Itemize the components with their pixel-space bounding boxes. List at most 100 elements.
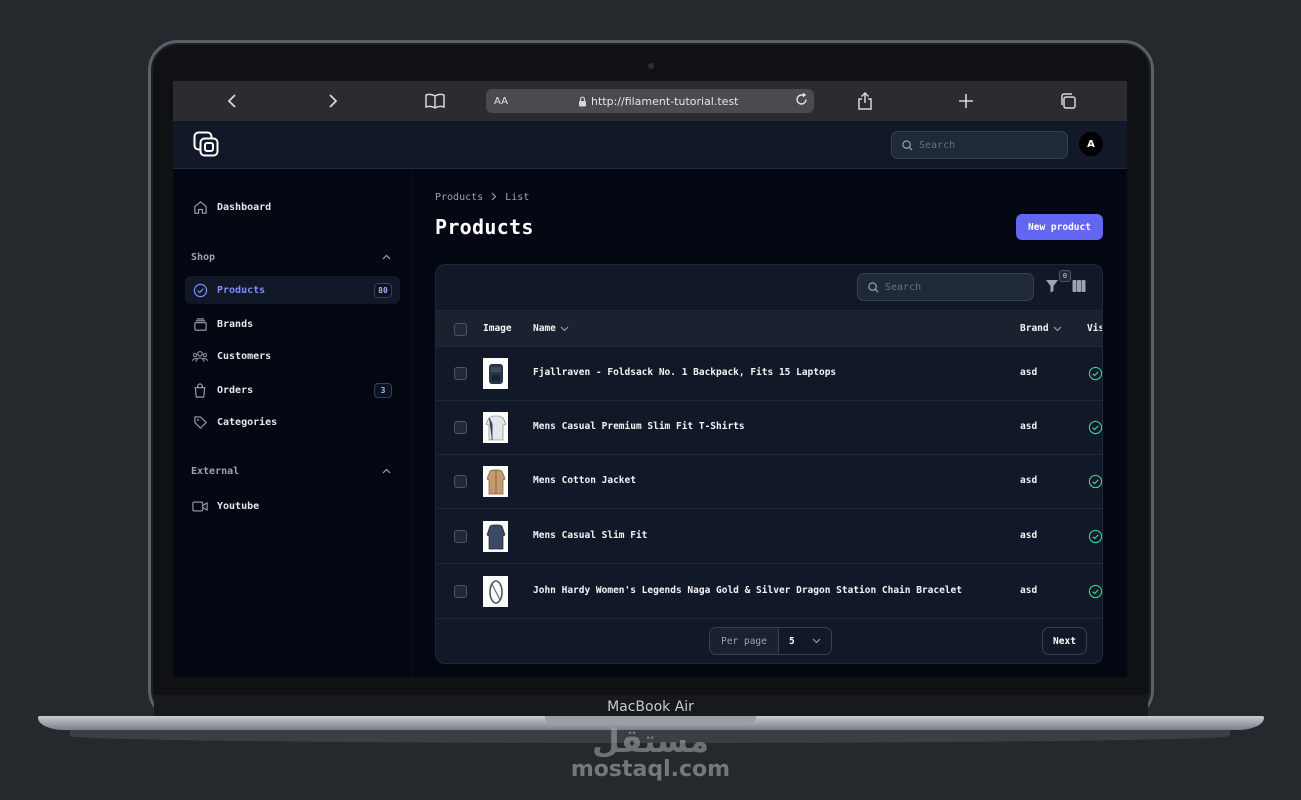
row-checkbox[interactable] xyxy=(454,475,467,488)
reload-icon[interactable] xyxy=(795,92,808,110)
column-name[interactable]: Name xyxy=(533,323,569,334)
device-model-label: MacBook Air xyxy=(607,699,694,715)
check-circle-icon xyxy=(191,281,209,299)
sidebar-item-customers[interactable]: Customers xyxy=(185,342,400,370)
check-circle-icon xyxy=(1088,420,1102,435)
breadcrumb-list: List xyxy=(505,192,530,203)
app-header: A xyxy=(173,121,1127,169)
breadcrumb-products[interactable]: Products xyxy=(435,192,483,204)
product-thumbnail xyxy=(483,358,508,389)
page-title: Products xyxy=(435,215,534,239)
url-text: http://filament-tutorial.test xyxy=(591,94,739,108)
sidebar-item-products[interactable]: Products 80 xyxy=(185,276,400,304)
columns-icon[interactable] xyxy=(1072,279,1086,293)
sidebar: Dashboard Shop Products 80 Brands Custom… xyxy=(173,169,413,677)
laptop-screen: AA http://filament-tutorial.test Search … xyxy=(173,81,1127,677)
watermark-site: mostaql.com xyxy=(570,757,731,782)
check-circle-icon xyxy=(1088,474,1102,489)
sidebar-item-categories[interactable]: Categories xyxy=(185,408,400,436)
product-brand: asd xyxy=(1020,367,1038,378)
global-search[interactable] xyxy=(891,131,1068,159)
product-thumbnail xyxy=(483,466,508,497)
back-icon[interactable] xyxy=(220,89,244,113)
sidebar-item-dashboard[interactable]: Dashboard xyxy=(185,193,400,221)
table-row[interactable]: Mens Cotton Jacket asd xyxy=(436,455,1102,509)
app-logo-icon[interactable] xyxy=(193,131,219,157)
table-row[interactable]: John Hardy Women's Legends Naga Gold & S… xyxy=(436,565,1102,619)
text-size-button[interactable]: AA xyxy=(494,96,508,107)
row-checkbox[interactable] xyxy=(454,421,467,434)
global-search-input[interactable] xyxy=(919,139,1049,151)
products-count-badge: 80 xyxy=(374,283,392,298)
table-row[interactable]: Mens Casual Slim Fit asd xyxy=(436,510,1102,564)
shopping-bag-icon xyxy=(191,381,209,399)
table-row[interactable]: Mens Casual Premium Slim Fit T-Shirts as… xyxy=(436,401,1102,455)
browser-toolbar: AA http://filament-tutorial.test xyxy=(173,81,1127,121)
url-text-wrap: http://filament-tutorial.test xyxy=(578,95,739,108)
chevron-down-icon xyxy=(1053,326,1061,331)
row-checkbox[interactable] xyxy=(454,367,467,380)
column-visible[interactable]: Vis xyxy=(1087,323,1102,334)
sidebar-item-label: Youtube xyxy=(217,500,260,512)
product-thumbnail xyxy=(483,576,508,607)
watermark-arabic: مستقل xyxy=(591,722,710,760)
orders-count-badge: 3 xyxy=(374,383,392,398)
select-all-checkbox[interactable] xyxy=(454,323,467,336)
sidebar-group-label: External xyxy=(191,466,240,477)
product-name: Mens Cotton Jacket xyxy=(533,475,636,486)
new-tab-icon[interactable] xyxy=(954,89,978,113)
sidebar-item-label: Brands xyxy=(217,318,254,330)
table-search[interactable] xyxy=(857,273,1034,301)
sidebar-item-label: Customers xyxy=(217,350,272,362)
product-name: John Hardy Women's Legends Naga Gold & S… xyxy=(533,585,962,596)
sidebar-item-label: Categories xyxy=(217,416,278,428)
scene: AA http://filament-tutorial.test Search … xyxy=(0,0,1301,800)
sidebar-item-label: Dashboard xyxy=(217,201,272,213)
product-name: Mens Casual Slim Fit xyxy=(533,530,648,541)
camera xyxy=(648,63,654,69)
next-page-button[interactable]: Next xyxy=(1042,627,1087,655)
per-page-value[interactable]: 5 xyxy=(779,636,831,647)
new-product-button[interactable]: New product xyxy=(1016,214,1103,240)
product-thumbnail xyxy=(483,521,508,552)
sidebar-group-label: Shop xyxy=(191,252,216,263)
product-brand: asd xyxy=(1020,421,1038,432)
sidebar-item-brands[interactable]: Brands xyxy=(185,310,400,338)
brands-icon xyxy=(191,315,209,333)
chevron-down-icon xyxy=(812,638,821,644)
breadcrumb: Products List xyxy=(435,192,529,204)
per-page-select[interactable]: Per page 5 xyxy=(709,627,832,655)
column-brand[interactable]: Brand xyxy=(1020,323,1062,334)
product-brand: asd xyxy=(1020,475,1038,486)
video-camera-icon xyxy=(191,497,209,515)
users-icon xyxy=(191,347,209,365)
share-icon[interactable] xyxy=(853,89,877,113)
lock-icon xyxy=(579,96,586,106)
table-row[interactable]: Fjallraven - Foldsack No. 1 Backpack, Fi… xyxy=(436,347,1102,401)
search-icon xyxy=(868,281,879,293)
sidebar-group-external[interactable]: External xyxy=(191,466,391,477)
table-header: Image Name Brand Vis xyxy=(436,310,1102,347)
table-search-input[interactable] xyxy=(885,281,1015,293)
home-icon xyxy=(191,198,209,216)
user-avatar[interactable]: A xyxy=(1079,132,1103,156)
sidebar-group-shop[interactable]: Shop xyxy=(191,252,391,263)
tabs-overview-icon[interactable] xyxy=(1056,89,1080,113)
filter-icon[interactable] xyxy=(1045,279,1059,293)
bookmarks-icon[interactable] xyxy=(423,89,447,113)
product-brand: asd xyxy=(1020,585,1038,596)
tag-icon xyxy=(191,413,209,431)
sidebar-item-orders[interactable]: Orders 3 xyxy=(185,376,400,404)
forward-icon[interactable] xyxy=(321,89,345,113)
check-circle-icon xyxy=(1088,366,1102,381)
row-checkbox[interactable] xyxy=(454,530,467,543)
chevron-right-icon xyxy=(491,192,497,204)
chevron-up-icon[interactable] xyxy=(382,466,391,477)
search-icon xyxy=(902,139,913,151)
chevron-up-icon[interactable] xyxy=(382,252,391,263)
address-bar[interactable]: AA http://filament-tutorial.test xyxy=(486,89,814,113)
sidebar-item-youtube[interactable]: Youtube xyxy=(185,492,400,520)
product-name: Fjallraven - Foldsack No. 1 Backpack, Fi… xyxy=(533,367,837,378)
chevron-down-icon xyxy=(560,326,569,331)
row-checkbox[interactable] xyxy=(454,585,467,598)
